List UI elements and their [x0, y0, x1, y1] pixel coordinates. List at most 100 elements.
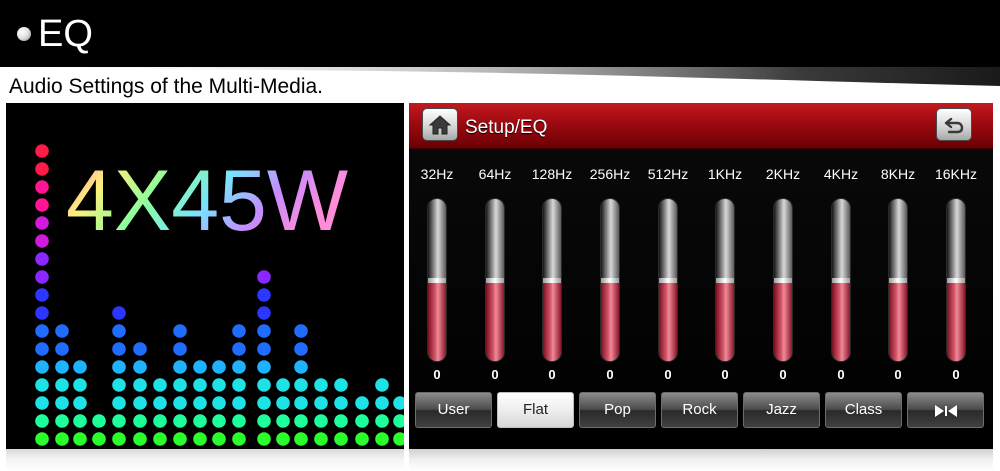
spectrum-dot — [294, 432, 308, 446]
spectrum-dot — [334, 414, 348, 428]
band-slider-thumb[interactable] — [601, 278, 619, 283]
band-gain-value: 0 — [779, 367, 787, 382]
band-slider-fill — [889, 279, 907, 361]
power-visual-panel: 4X45W — [6, 103, 404, 449]
page-subtitle: Audio Settings of the Multi-Media. — [9, 75, 323, 98]
band-gain-value: 0 — [548, 367, 556, 382]
band-slider[interactable] — [542, 198, 562, 362]
spectrum-dot — [232, 396, 246, 410]
preset-button-user[interactable]: User — [415, 392, 492, 428]
band-slider[interactable] — [427, 198, 447, 362]
spectrum-dot — [173, 342, 187, 356]
back-button[interactable] — [936, 108, 972, 141]
band-slider-fill — [947, 279, 965, 361]
band-slider-thumb[interactable] — [543, 278, 561, 283]
spectrum-dot — [355, 432, 369, 446]
spectrum-dot — [35, 252, 49, 266]
spectrum-dot — [393, 414, 404, 428]
spectrum-dot — [276, 378, 290, 392]
band-frequency-label: 8KHz — [880, 166, 916, 182]
band-frequency-label: 4KHz — [823, 166, 859, 182]
spectrum-dot — [35, 324, 49, 338]
band-frequency-label: 16KHz — [934, 166, 978, 182]
spectrum-dot — [35, 342, 49, 356]
spectrum-dot — [112, 378, 126, 392]
spectrum-dot — [193, 414, 207, 428]
spectrum-dot — [133, 396, 147, 410]
home-icon — [428, 114, 452, 134]
spectrum-dot — [173, 378, 187, 392]
spectrum-dot — [35, 378, 49, 392]
spectrum-dot — [375, 378, 389, 392]
band-slider[interactable] — [715, 198, 735, 362]
spectrum-dot — [112, 342, 126, 356]
band-slider-fill — [659, 279, 677, 361]
band-frequency-label: 1KHz — [707, 166, 743, 182]
band-frequency-label: 64Hz — [478, 166, 512, 182]
home-button[interactable] — [422, 108, 458, 141]
spectrum-dot — [73, 396, 87, 410]
spectrum-dot — [257, 396, 271, 410]
preset-button-jazz[interactable]: Jazz — [743, 392, 820, 428]
spectrum-dot — [212, 432, 226, 446]
balance-button[interactable] — [907, 392, 984, 428]
spectrum-dot — [375, 432, 389, 446]
band-slider-fill — [428, 279, 446, 361]
band-slider-thumb[interactable] — [832, 278, 850, 283]
spectrum-dot — [55, 414, 69, 428]
spectrum-dot — [35, 180, 49, 194]
preset-button-flat[interactable]: Flat — [497, 392, 574, 428]
spectrum-dot — [153, 414, 167, 428]
spectrum-dot — [294, 414, 308, 428]
band-slider-thumb[interactable] — [716, 278, 734, 283]
spectrum-dot — [257, 270, 271, 284]
band-slider[interactable] — [485, 198, 505, 362]
spectrum-dot — [133, 360, 147, 374]
spectrum-dot — [355, 414, 369, 428]
spectrum-dot — [212, 396, 226, 410]
band-slider-fill — [543, 279, 561, 361]
spectrum-dot — [334, 378, 348, 392]
screen-header: Setup/EQ — [409, 103, 993, 149]
preset-button-rock[interactable]: Rock — [661, 392, 738, 428]
preset-button-class[interactable]: Class — [825, 392, 902, 428]
spectrum-dot — [173, 324, 187, 338]
band-slider-thumb[interactable] — [889, 278, 907, 283]
spectrum-dot — [393, 396, 404, 410]
spectrum-dot — [112, 414, 126, 428]
spectrum-dot — [232, 324, 246, 338]
spectrum-dot — [212, 378, 226, 392]
spectrum-dot — [294, 360, 308, 374]
band-gain-value: 0 — [491, 367, 499, 382]
spectrum-dot — [133, 378, 147, 392]
band-slider[interactable] — [773, 198, 793, 362]
band-slider-thumb[interactable] — [659, 278, 677, 283]
band-slider-thumb[interactable] — [486, 278, 504, 283]
band-slider-thumb[interactable] — [428, 278, 446, 283]
spectrum-dot — [257, 306, 271, 320]
spectrum-dot — [257, 414, 271, 428]
band-slider[interactable] — [831, 198, 851, 362]
preset-button-pop[interactable]: Pop — [579, 392, 656, 428]
spectrum-dot — [294, 396, 308, 410]
spectrum-dot — [35, 270, 49, 284]
spectrum-dot — [232, 414, 246, 428]
band-slider[interactable] — [600, 198, 620, 362]
spectrum-dot — [276, 432, 290, 446]
spectrum-dot — [294, 324, 308, 338]
band-frequency-label: 128Hz — [531, 166, 573, 182]
band-slider[interactable] — [888, 198, 908, 362]
spectrum-dot — [73, 360, 87, 374]
spectrum-dot — [334, 396, 348, 410]
spectrum-dot — [257, 324, 271, 338]
band-slider[interactable] — [658, 198, 678, 362]
band-slider-thumb[interactable] — [774, 278, 792, 283]
spectrum-dot — [55, 396, 69, 410]
spectrum-dot — [73, 432, 87, 446]
band-slider[interactable] — [946, 198, 966, 362]
spectrum-dot — [112, 396, 126, 410]
spectrum-dot — [232, 432, 246, 446]
spectrum-dot — [193, 360, 207, 374]
spectrum-dot — [112, 360, 126, 374]
band-slider-thumb[interactable] — [947, 278, 965, 283]
